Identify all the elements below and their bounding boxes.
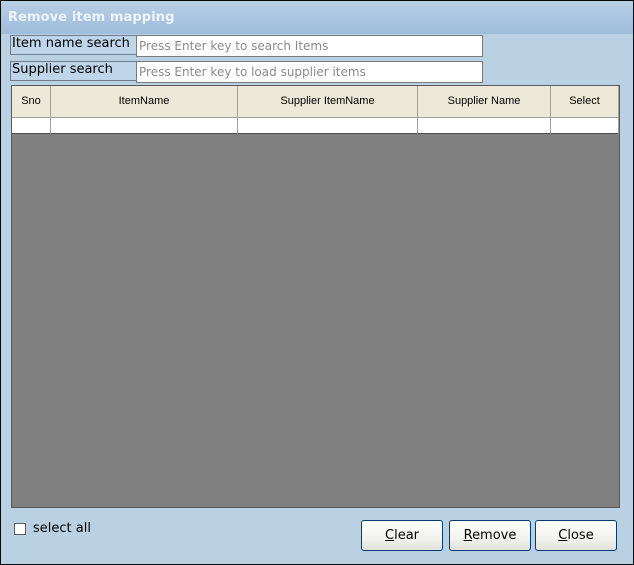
clear-button-mnemonic: C [385,528,395,543]
column-header-item-name[interactable]: ItemName [51,86,238,118]
clear-button-label: lear [394,528,419,543]
remove-button[interactable]: Remove [449,520,531,551]
close-button-mnemonic: C [558,528,568,543]
table-row-cell-sno[interactable] [12,118,51,134]
supplier-search-input[interactable] [136,61,483,83]
table-row-cell-supplier-item-name[interactable] [238,118,418,134]
remove-item-mapping-window: Remove item mapping Item name search Sup… [0,0,634,565]
table-row-cell-select[interactable] [551,118,619,134]
item-mapping-grid[interactable]: Sno ItemName Supplier ItemName Supplier … [11,85,620,508]
table-row-cell-item-name[interactable] [51,118,238,134]
remove-button-label: emove [472,528,517,543]
close-button-label: lose [567,528,594,543]
window-title: Remove item mapping [8,10,175,25]
column-header-supplier-item-name[interactable]: Supplier ItemName [238,86,418,118]
table-row-cell-supplier-name[interactable] [418,118,551,134]
item-name-search-input[interactable] [136,35,483,57]
column-header-sno[interactable]: Sno [12,86,51,118]
column-header-select[interactable]: Select [551,86,619,118]
title-bar[interactable]: Remove item mapping [1,1,633,34]
item-name-search-label: Item name search [10,35,137,55]
select-all-label[interactable]: select all [33,521,91,536]
column-header-supplier-name[interactable]: Supplier Name [418,86,551,118]
select-all-checkbox[interactable] [14,523,26,535]
clear-button[interactable]: Clear [361,520,443,551]
supplier-search-label: Supplier search [10,61,137,81]
close-button[interactable]: Close [535,520,617,551]
remove-button-mnemonic: R [463,528,473,543]
